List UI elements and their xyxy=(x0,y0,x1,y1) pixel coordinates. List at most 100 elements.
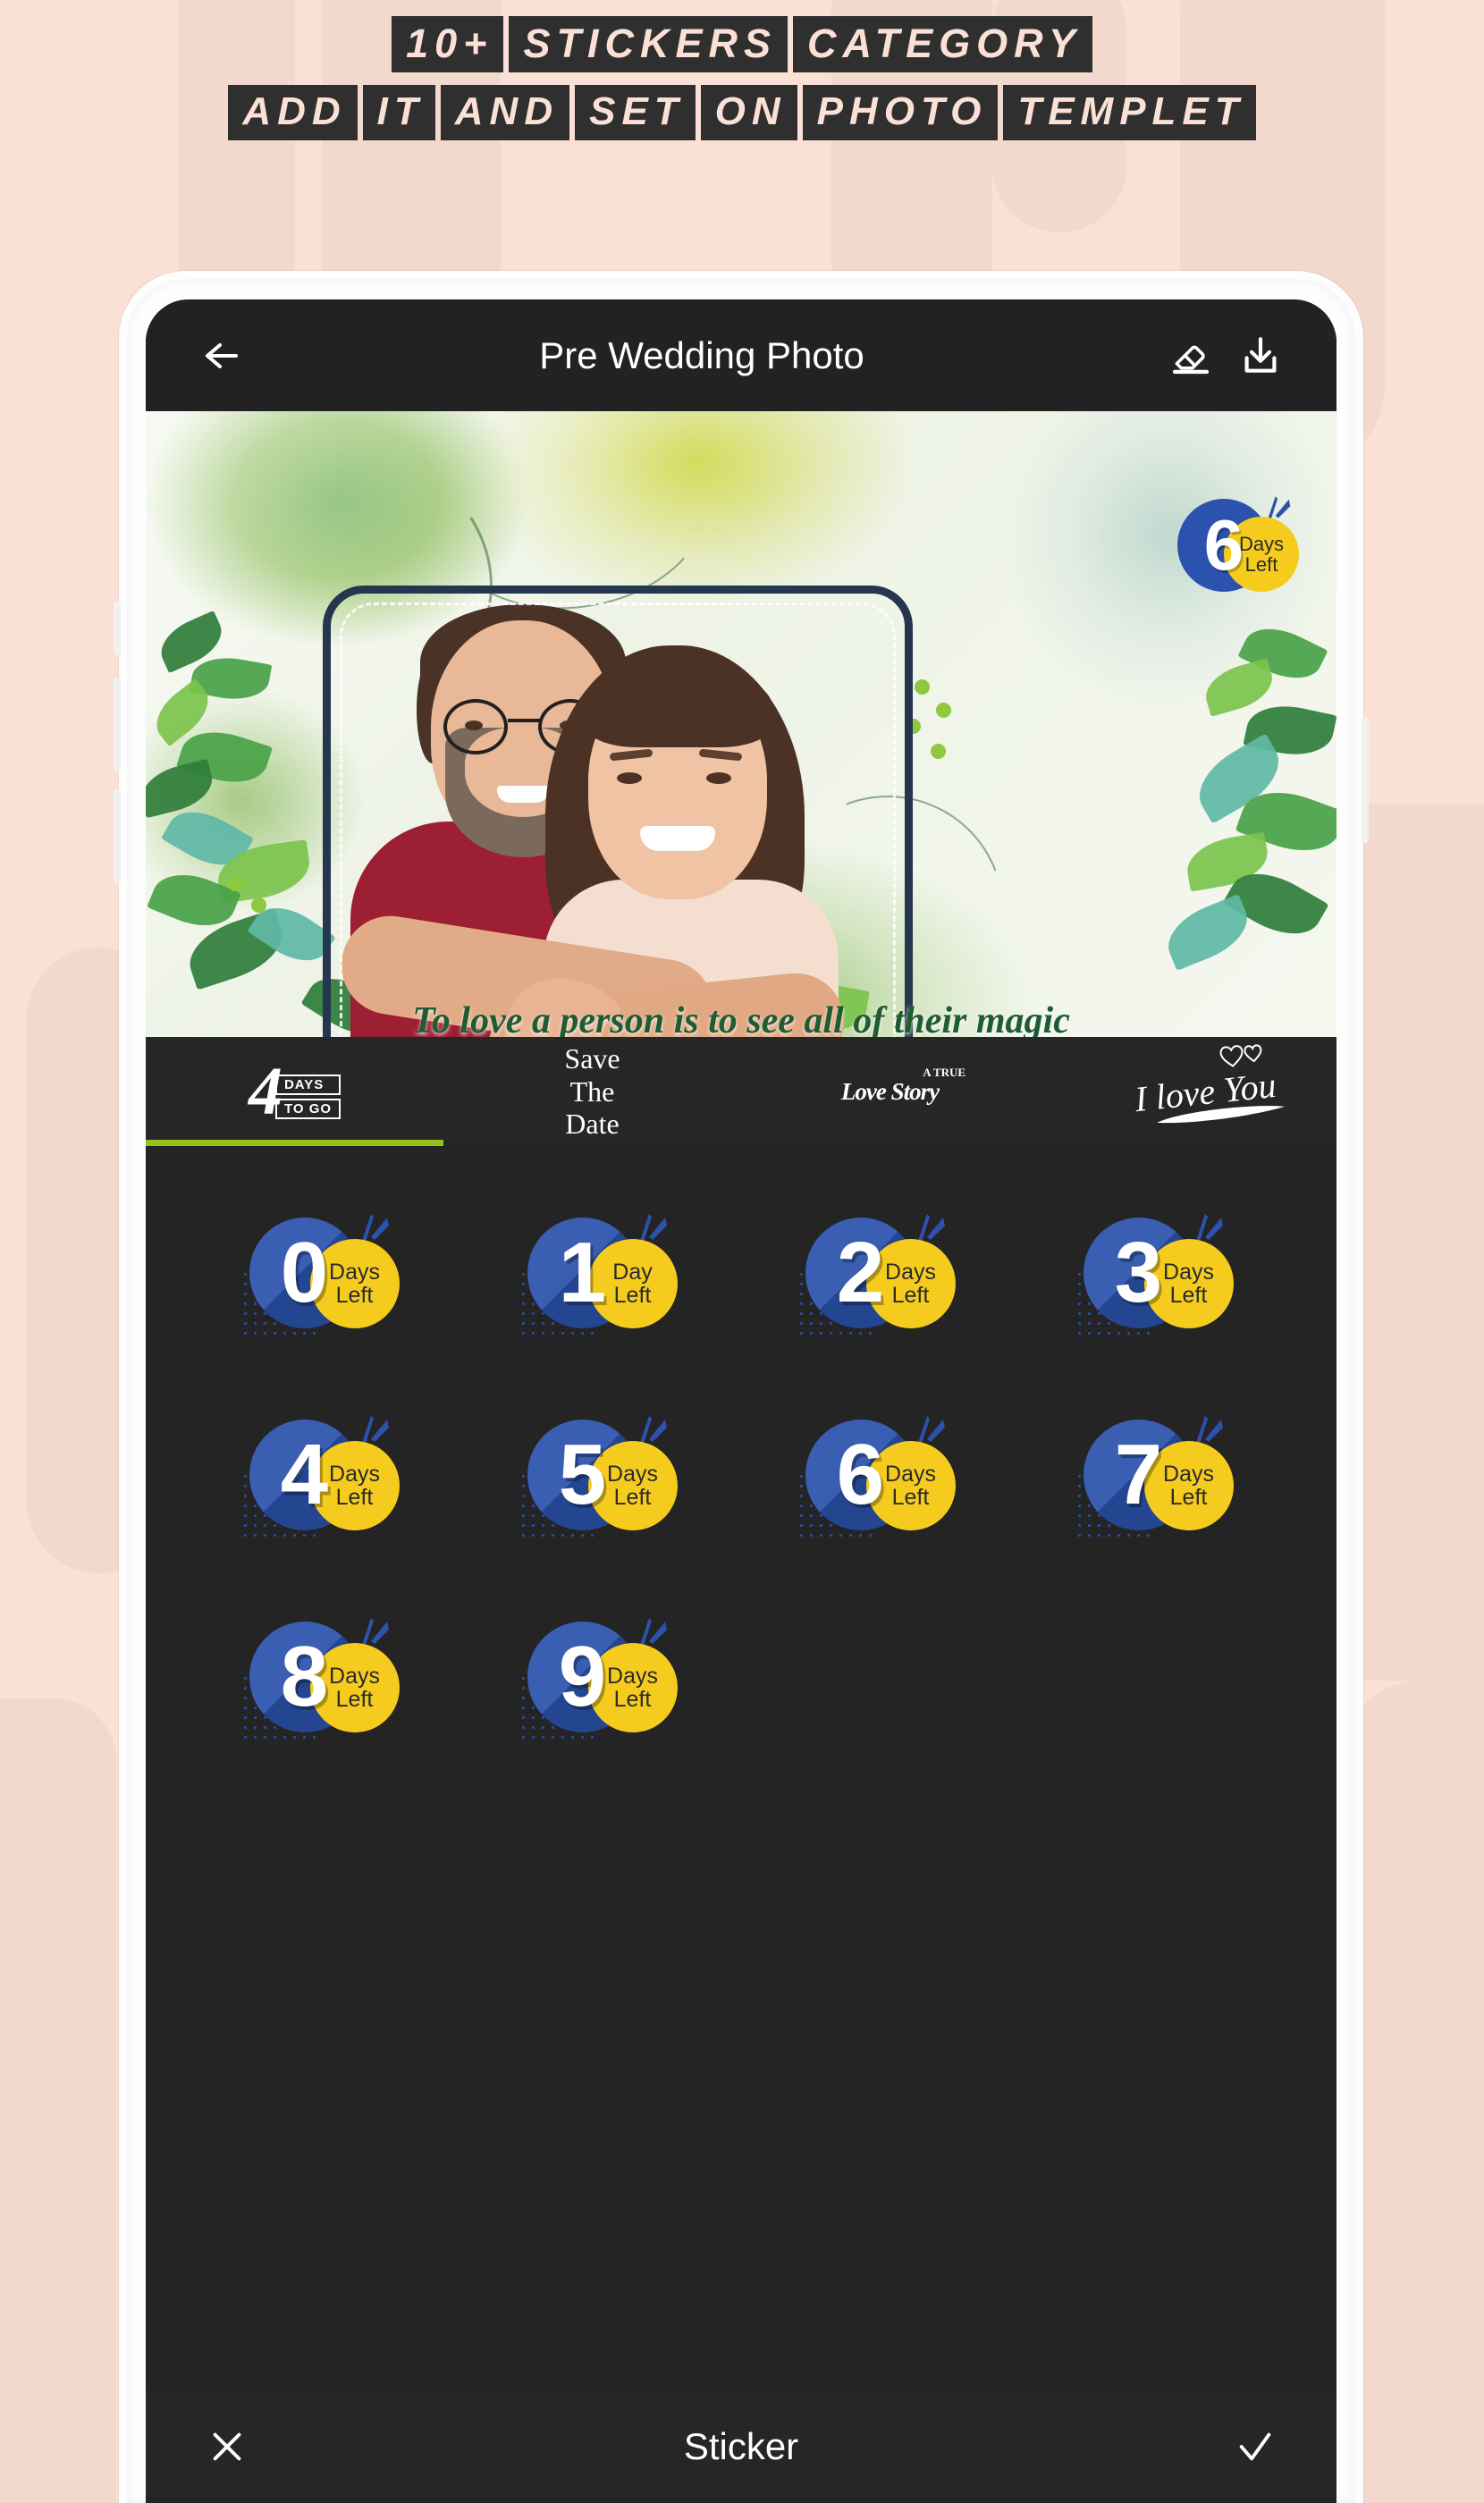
sparkle-icon xyxy=(361,1214,389,1242)
back-button[interactable] xyxy=(187,321,257,391)
sticker-9: Days Left 9 xyxy=(518,1614,678,1740)
page-title: Pre Wedding Photo xyxy=(539,333,864,376)
photo-quote: To love a person is to see all of their … xyxy=(412,1000,1070,1037)
sticker-number: 9 xyxy=(558,1629,607,1724)
sparkle-icon xyxy=(361,1618,389,1646)
confirm-button[interactable] xyxy=(1224,2415,1286,2478)
berry xyxy=(228,876,243,891)
sticker-cell[interactable]: Day Left 1 xyxy=(463,1210,741,1336)
sticker-2: Days Left 2 xyxy=(796,1210,956,1336)
tab-a-true-love-story[interactable]: Love Story A TRUE xyxy=(741,1037,1039,1146)
sparkle-icon xyxy=(361,1416,389,1444)
sparkle-icon xyxy=(639,1214,667,1242)
promo-word: ADD xyxy=(228,85,358,140)
applied-sticker-days-left[interactable]: Days Left 6 xyxy=(1177,493,1299,597)
tab-love-sup: A TRUE xyxy=(923,1065,966,1079)
sticker-grid-panel[interactable]: Days Left 0 Day Left 1 Days Left 2 Days … xyxy=(146,1146,1336,2503)
sparkle-icon xyxy=(917,1416,945,1444)
sticker-7: Days Left 7 xyxy=(1074,1412,1234,1538)
sticker-5: Days Left 5 xyxy=(518,1412,678,1538)
tab-4-ribbon-days: DAYS xyxy=(274,1075,341,1096)
promo-word: IT xyxy=(362,85,435,140)
phone-button-power xyxy=(1362,718,1369,843)
sparkle-icon xyxy=(1195,1214,1223,1242)
sticker-number: 0 xyxy=(280,1225,329,1320)
phone-button-silent xyxy=(114,602,121,655)
sticker-number: 3 xyxy=(1114,1225,1163,1320)
tab-4-days-to-go[interactable]: 4 DAYS TO GO xyxy=(146,1037,443,1146)
bottom-action-bar: Sticker xyxy=(146,2389,1336,2503)
promo-word: CATEGORY xyxy=(793,16,1092,72)
phone-button-volume-up xyxy=(114,678,121,771)
sticker-6: Days Left 6 xyxy=(796,1412,956,1538)
sparkle-icon xyxy=(639,1416,667,1444)
sticker-1: Day Left 1 xyxy=(518,1210,678,1336)
tab-love-label: Love Story xyxy=(840,1077,940,1105)
tab-4-ribbon-togo: TO GO xyxy=(274,1099,341,1120)
promo-headline-line-2: ADD IT AND SET ON PHOTO TEMPLET xyxy=(0,85,1484,140)
promo-headline: 10+ STICKERS CATEGORY ADD IT AND SET ON PHOTO TE… xyxy=(0,16,1484,153)
sticker-cell[interactable]: Days Left 4 xyxy=(185,1412,463,1538)
sticker-number: 7 xyxy=(1114,1427,1163,1522)
sparkle-icon xyxy=(917,1214,945,1242)
phone-button-volume-down xyxy=(114,789,121,883)
sticker-grid: Days Left 0 Day Left 1 Days Left 2 Days … xyxy=(146,1146,1336,1740)
promo-word: PHOTO xyxy=(802,85,999,140)
sticker-cell[interactable]: Days Left 7 xyxy=(1019,1412,1297,1538)
promo-headline-line-1: 10+ STICKERS CATEGORY xyxy=(0,16,1484,72)
app-screen: Pre Wedding Photo Days Left 6 To love a … xyxy=(146,299,1336,2503)
sticker-category-tabs: 4 DAYS TO GO Save The Date Love Story A … xyxy=(146,1037,1336,1146)
tab-save-line3: Date xyxy=(565,1108,620,1141)
promo-word: ON xyxy=(700,85,797,140)
sticker-number: 1 xyxy=(558,1225,607,1320)
promo-word: STICKERS xyxy=(509,16,788,72)
cancel-button[interactable] xyxy=(196,2415,258,2478)
sticker-cell[interactable]: Days Left 3 xyxy=(1019,1210,1297,1336)
promo-word: TEMPLET xyxy=(1003,85,1256,140)
sticker-cell[interactable]: Days Left 6 xyxy=(741,1412,1019,1538)
eraser-icon xyxy=(1172,345,1210,374)
berry xyxy=(931,744,946,759)
sticker-4: Days Left 4 xyxy=(240,1412,400,1538)
promo-word: AND xyxy=(440,85,570,140)
tab-active-underline xyxy=(146,1140,443,1146)
tab-i-love-you[interactable]: I love You xyxy=(1039,1037,1336,1146)
promo-word: 10+ xyxy=(392,16,504,72)
tab-save-line1: Save xyxy=(564,1042,620,1075)
sticker-number: 4 xyxy=(280,1427,329,1522)
sticker-cell[interactable]: Days Left 8 xyxy=(185,1614,463,1740)
applied-sticker-number: 6 xyxy=(1203,505,1244,585)
sticker-number: 5 xyxy=(558,1427,607,1522)
app-bar: Pre Wedding Photo xyxy=(146,299,1336,411)
phone-mockup: Pre Wedding Photo Days Left 6 To love a … xyxy=(114,271,1369,2503)
eraser-button[interactable] xyxy=(1156,321,1226,391)
bottom-bar-title: Sticker xyxy=(683,2424,799,2467)
hearts-icon xyxy=(1219,1043,1262,1067)
sticker-3: Days Left 3 xyxy=(1074,1210,1234,1336)
sticker-number: 6 xyxy=(836,1427,885,1522)
berry xyxy=(915,679,930,695)
berry xyxy=(936,703,951,718)
download-icon xyxy=(1244,336,1277,373)
sticker-cell[interactable]: Days Left 0 xyxy=(185,1210,463,1336)
promo-word: SET xyxy=(575,85,696,140)
sticker-0: Days Left 0 xyxy=(240,1210,400,1336)
photo-canvas[interactable]: Days Left 6 To love a person is to see a… xyxy=(146,411,1336,1037)
sticker-8: Days Left 8 xyxy=(240,1614,400,1740)
check-icon xyxy=(1239,2432,1271,2460)
arrow-left-icon xyxy=(206,342,238,368)
tab-save-line2: The xyxy=(569,1075,615,1108)
sticker-cell[interactable]: Days Left 9 xyxy=(463,1614,741,1740)
sticker-cell[interactable]: Days Left 5 xyxy=(463,1412,741,1538)
tab-save-the-date[interactable]: Save The Date xyxy=(443,1037,741,1146)
sparkle-icon xyxy=(639,1618,667,1646)
close-icon xyxy=(213,2432,241,2460)
photo-frame[interactable] xyxy=(323,586,913,1037)
sticker-number: 8 xyxy=(280,1629,329,1724)
sticker-number: 2 xyxy=(836,1225,885,1320)
berry xyxy=(251,898,266,913)
sticker-cell[interactable]: Days Left 2 xyxy=(741,1210,1019,1336)
sparkle-icon xyxy=(1195,1416,1223,1444)
couple-photo xyxy=(331,594,905,1037)
download-button[interactable] xyxy=(1226,321,1295,391)
